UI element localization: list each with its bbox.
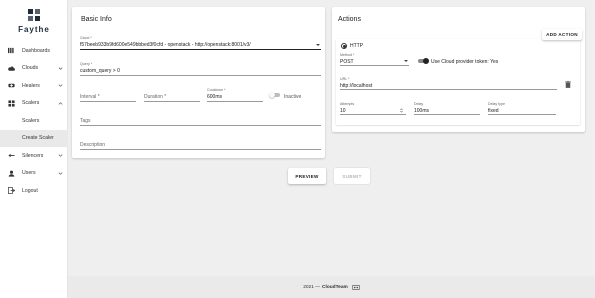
sidebar-item-logout[interactable]: Logout <box>0 182 68 200</box>
delay-type-label: Delay type <box>488 102 505 106</box>
cloud-icon <box>0 65 22 72</box>
sidebar-item-clouds[interactable]: Clouds <box>0 60 68 78</box>
logo[interactable]: Faythe <box>0 8 68 34</box>
sidebar-item-dashboards[interactable]: Dashboards <box>0 42 68 60</box>
query-underline <box>80 75 321 76</box>
cloud-underline <box>80 49 321 50</box>
interval-underline <box>80 101 136 102</box>
url-underline <box>340 89 557 90</box>
preview-button[interactable]: PREVIEW <box>288 168 326 184</box>
footer-year: 2021 — <box>303 284 321 290</box>
cooldown-value: 600ms <box>207 94 223 100</box>
tags-placeholder: Tags <box>80 118 91 124</box>
url-label: URL * <box>340 77 350 81</box>
attempts-underline <box>340 114 406 115</box>
silencer-icon <box>0 152 22 159</box>
main-content: Basic Info Cloud * f57beeb933b9fd600e549… <box>68 0 595 298</box>
chevron-down-icon <box>58 84 63 87</box>
delay-underline <box>414 114 480 115</box>
sidebar-item-label: Logout <box>22 187 38 194</box>
chevron-down-icon <box>58 154 63 157</box>
cooldown-underline <box>207 101 263 102</box>
cloud-value: f57beeb933b9fd600e549bbbed3f0cfd - opens… <box>80 42 251 48</box>
http-label: HTTP <box>350 43 364 49</box>
chevron-down-icon <box>58 66 63 70</box>
basic-info-title: Basic Info <box>81 16 112 23</box>
sidebar: Faythe Dashboards Clouds Healers Scalers… <box>0 0 68 298</box>
delay-label: Delay <box>414 102 424 106</box>
active-toggle[interactable] <box>269 92 280 98</box>
faythe-logo-icon <box>28 9 40 21</box>
radio-dot <box>343 45 346 48</box>
healer-icon <box>0 82 22 89</box>
interval-placeholder: Interval * <box>80 94 100 100</box>
delete-icon[interactable] <box>565 81 571 88</box>
sidebar-item-label: Healers <box>22 82 40 89</box>
method-label: Method * <box>340 53 355 57</box>
toggle-knob <box>423 57 429 64</box>
sidebar-item-label: Scalers <box>22 100 40 107</box>
chevron-up-icon <box>58 101 63 105</box>
basic-info-card: Basic Info Cloud * f57beeb933b9fd600e549… <box>72 7 325 158</box>
actions-card: Actions ADD ACTION HTTP Method * POST Us… <box>332 7 585 132</box>
sidebar-item-silencers[interactable]: Silencers <box>0 147 68 165</box>
cloudteam-logo-icon <box>351 284 360 290</box>
description-underline <box>80 149 321 150</box>
scaler-icon <box>0 100 22 107</box>
footer: 2021 — CloudTeam <box>68 276 595 298</box>
sidebar-item-label: Clouds <box>22 65 39 72</box>
delay-type-underline <box>488 114 556 115</box>
sidebar-subitem-label: Scalers <box>22 117 40 124</box>
http-radio[interactable] <box>341 43 347 49</box>
sidebar-item-label: Users <box>22 170 36 177</box>
sidebar-item-label: Silencers <box>22 152 44 159</box>
toggle-knob <box>269 92 275 98</box>
sidebar-nav: Dashboards Clouds Healers Scalers Scaler… <box>0 42 68 200</box>
user-icon <box>0 170 22 177</box>
sidebar-subitem-label: Create Scaler <box>22 135 54 142</box>
sidebar-item-users[interactable]: Users <box>0 165 68 183</box>
sidebar-item-scalers[interactable]: Scalers <box>0 95 68 113</box>
sidebar-subitem-scalers[interactable]: Scalers <box>0 112 68 130</box>
description-placeholder: Description <box>80 142 106 148</box>
url-value: http://localhost <box>340 82 373 89</box>
query-value: custom_query > 0 <box>80 68 120 74</box>
cloud-token-label: Use Cloud provider token: Yes <box>431 58 499 65</box>
caret-down-icon <box>316 44 320 46</box>
active-toggle-label: Inactive <box>284 94 302 100</box>
method-value: POST <box>340 58 354 65</box>
tags-underline <box>80 125 321 126</box>
duration-placeholder: Duration * <box>144 94 167 100</box>
sidebar-item-label: Dashboards <box>22 47 50 54</box>
attempts-label: Attempts <box>340 102 355 106</box>
action-panel: HTTP Method * POST Use Cloud provider to… <box>336 39 580 125</box>
caret-down-icon <box>404 60 408 62</box>
spinner-arrows-icon[interactable] <box>400 108 403 113</box>
method-underline <box>340 65 409 66</box>
dashboard-icon <box>0 47 22 54</box>
cloud-token-toggle[interactable] <box>418 57 429 64</box>
logout-icon <box>0 187 22 195</box>
query-label: Query * <box>80 62 93 66</box>
duration-underline <box>144 101 200 102</box>
sidebar-subitem-create-scaler[interactable]: Create Scaler <box>0 129 68 147</box>
footer-brand: CloudTeam <box>322 284 348 290</box>
submit-button[interactable]: SUBMIT <box>334 168 370 184</box>
app-name: Faythe <box>18 25 50 34</box>
actions-title: Actions <box>338 16 361 23</box>
cloud-label: Cloud * <box>80 36 92 40</box>
chevron-down-icon <box>58 171 63 175</box>
sidebar-item-healers[interactable]: Healers <box>0 77 68 95</box>
cooldown-label: Cooldown * <box>207 88 226 92</box>
